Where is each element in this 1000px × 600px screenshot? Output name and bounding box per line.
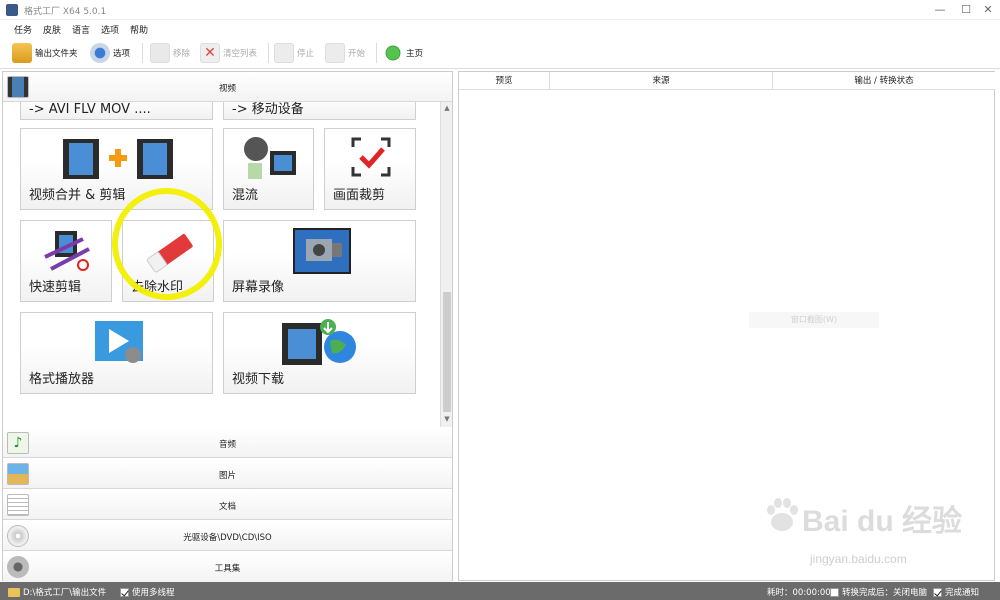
home-icon <box>383 43 403 63</box>
category-toolbox[interactable]: 工具集 <box>3 552 452 582</box>
window-capture-button[interactable]: 窗口截图(W) <box>749 312 879 328</box>
menu-bar: 任务 皮肤 语言 选项 帮助 <box>0 20 1000 36</box>
output-path-link[interactable]: D:\格式工厂\输出文件 <box>8 586 106 598</box>
category-audio[interactable]: ♪ 音频 <box>3 428 452 458</box>
title-bar: 格式工厂 X64 5.0.1 — ☐ ✕ <box>0 0 1000 20</box>
close-button[interactable]: ✕ <box>978 2 998 18</box>
watermark-url: jingyan.baidu.com <box>810 552 907 566</box>
remove-button[interactable]: 移除 <box>150 41 190 65</box>
toolbar: 输出文件夹 选项 移除 ✕ 清空列表 停止 开始 主页 <box>0 37 1000 69</box>
category-image[interactable]: 图片 <box>3 459 452 489</box>
eraser-icon <box>146 234 193 273</box>
after-done-checkbox[interactable] <box>830 587 839 597</box>
notify-checkbox[interactable] <box>933 587 942 597</box>
tile-quick-clip[interactable]: 快速剪辑 <box>20 220 112 302</box>
gear-icon <box>90 43 110 63</box>
toolbar-separator <box>268 43 269 63</box>
remove-icon <box>150 43 170 63</box>
quick-clip-icon <box>44 231 90 271</box>
video-tools-grid: -> AVI FLV MOV .... -> 移动设备 视频合并 & 剪辑 混流… <box>3 102 439 427</box>
tile-mux[interactable]: 混流 <box>223 128 314 210</box>
merge-film-icon <box>63 139 173 179</box>
function-panel: 视频 -> AVI FLV MOV .... -> 移动设备 视频合并 & 剪辑 <box>2 71 453 582</box>
status-bar: D:\格式工厂\输出文件 使用多线程 耗时：00:00:00 转换完成后：关闭电… <box>0 582 1000 600</box>
column-preview[interactable]: 预览 <box>459 72 550 90</box>
tile-screen-record[interactable]: 屏幕录像 <box>223 220 416 302</box>
download-globe-icon <box>282 319 356 365</box>
tile-video-merge[interactable]: 视频合并 & 剪辑 <box>20 128 213 210</box>
folder-icon <box>8 587 20 597</box>
mux-icon <box>244 137 296 179</box>
app-icon <box>6 4 18 16</box>
toolbar-separator <box>376 43 377 63</box>
folder-icon <box>12 43 32 63</box>
after-done-toggle[interactable]: 转换完成后：关闭电脑 <box>830 586 927 598</box>
options-button[interactable]: 选项 <box>90 41 130 65</box>
tools-scrollbar[interactable]: ▲ ▼ <box>440 102 452 427</box>
start-button[interactable]: 开始 <box>325 41 365 65</box>
notify-toggle[interactable]: 完成通知 <box>933 586 979 598</box>
category-document[interactable]: 文档 <box>3 490 452 520</box>
menu-skin[interactable]: 皮肤 <box>43 23 61 36</box>
maximize-button[interactable]: ☐ <box>956 2 976 18</box>
category-optical[interactable]: 光驱设备\DVD\CD\ISO <box>3 521 452 551</box>
window-title: 格式工厂 X64 5.0.1 <box>24 7 107 17</box>
multithread-checkbox[interactable] <box>120 587 129 597</box>
clear-list-icon: ✕ <box>200 43 220 63</box>
tile-player[interactable]: 格式播放器 <box>20 312 213 394</box>
scroll-up-arrow-icon[interactable]: ▲ <box>443 104 451 114</box>
category-video[interactable]: 视频 <box>3 72 452 102</box>
tile-avi-flv-mov[interactable]: -> AVI FLV MOV .... <box>20 102 213 120</box>
minimize-button[interactable]: — <box>930 2 950 18</box>
screen-record-icon <box>293 228 351 274</box>
scroll-thumb[interactable] <box>443 292 451 412</box>
menu-language[interactable]: 语言 <box>72 23 90 36</box>
tile-remove-watermark[interactable]: 去除水印 <box>122 220 214 302</box>
stop-button[interactable]: 停止 <box>274 41 314 65</box>
watermark-main-text: Bai du 经验 <box>802 505 963 538</box>
clear-list-button[interactable]: ✕ 清空列表 <box>200 41 257 65</box>
column-source[interactable]: 来源 <box>550 72 773 90</box>
toolbar-separator <box>142 43 143 63</box>
paw-logo-icon <box>767 498 798 531</box>
tile-crop[interactable]: 画面裁剪 <box>324 128 416 210</box>
menu-task[interactable]: 任务 <box>14 23 32 36</box>
menu-options[interactable]: 选项 <box>101 23 119 36</box>
output-folder-button[interactable]: 输出文件夹 <box>12 41 78 65</box>
home-button[interactable]: 主页 <box>383 41 423 65</box>
scroll-down-arrow-icon[interactable]: ▼ <box>443 415 451 425</box>
tile-mobile-device[interactable]: -> 移动设备 <box>223 102 416 120</box>
menu-help[interactable]: 帮助 <box>130 23 148 36</box>
multithread-toggle[interactable]: 使用多线程 <box>120 586 175 598</box>
elapsed-time: 耗时：00:00:00 <box>767 588 831 598</box>
column-output-status[interactable]: 输出 / 转换状态 <box>773 72 995 90</box>
crop-check-icon <box>351 137 391 177</box>
start-icon <box>325 43 345 63</box>
stop-icon <box>274 43 294 63</box>
tile-video-download[interactable]: 视频下载 <box>223 312 416 394</box>
player-icon <box>95 321 143 363</box>
baidu-watermark: Bai du 经验 jingyan.baidu.com <box>752 488 972 578</box>
